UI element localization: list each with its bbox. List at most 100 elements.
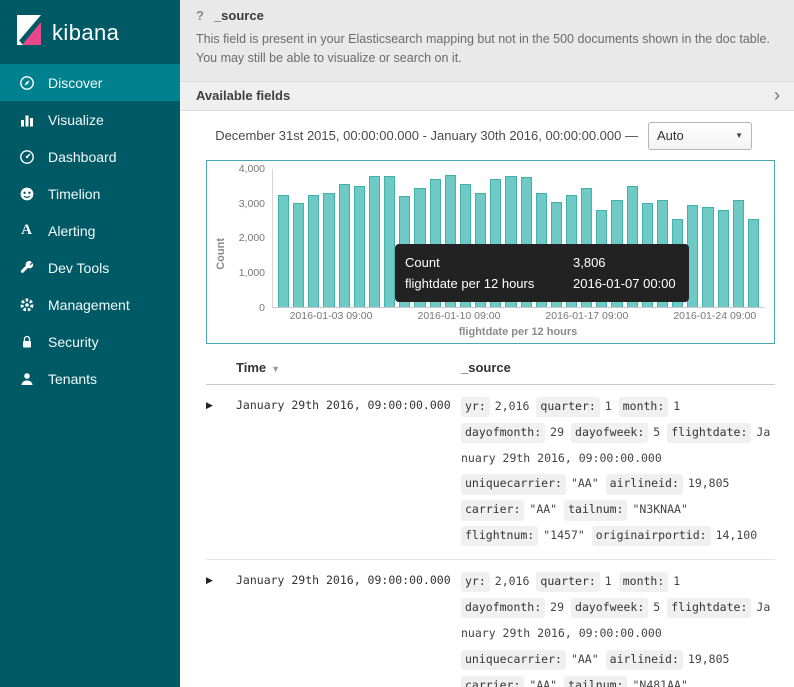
histogram-bar[interactable] bbox=[702, 206, 714, 307]
y-axis-label: Count bbox=[214, 237, 227, 270]
histogram-bar[interactable] bbox=[732, 199, 744, 307]
field-name: _source bbox=[213, 8, 264, 23]
field-name-badge: originairportid: bbox=[591, 526, 711, 547]
sidebar-item-timelion[interactable]: Timelion bbox=[0, 175, 180, 212]
field-value: "N3KNAA" bbox=[632, 502, 688, 517]
help-icon: ? bbox=[196, 8, 204, 23]
time-column-header[interactable]: Time ▼ bbox=[236, 360, 461, 375]
wrench-icon bbox=[18, 259, 35, 276]
histogram-bar[interactable] bbox=[323, 192, 335, 307]
sidebar: kibana Discover Visualize Dashboard Timelio… bbox=[0, 0, 180, 687]
row-source: yr: 2,016 quarter: 1 month: 1 dayofmonth: 29 day… bbox=[461, 394, 775, 549]
field-name-badge: month: bbox=[618, 396, 669, 417]
field-name-badge: carrier: bbox=[461, 500, 525, 521]
user-icon bbox=[18, 370, 35, 387]
field-value: 2,016 bbox=[494, 398, 530, 413]
time-range-row: December 31st 2015, 00:00:00.000 - Janua… bbox=[180, 111, 794, 150]
y-tick-label: 4,000 bbox=[238, 162, 265, 175]
field-name-badge: uniquecarrier: bbox=[461, 474, 566, 495]
field-name-badge: dayofweek: bbox=[571, 597, 649, 619]
field-value: 1 bbox=[673, 398, 681, 413]
sidebar-item-label: Discover bbox=[48, 74, 103, 91]
doc-table-row: ▶ January 29th 2016, 09:00:00.000 yr: 2,016… bbox=[206, 560, 775, 687]
doc-table: Time ▼ _source ▶ January 29th 2016, 09:00:… bbox=[206, 356, 775, 687]
available-fields-label: Available fields bbox=[196, 87, 291, 103]
row-time: January 29th 2016, 09:00:00.000 bbox=[236, 573, 451, 587]
doc-table-header: Time ▼ _source bbox=[206, 356, 775, 385]
field-value: 1 bbox=[604, 574, 612, 588]
field-value: "AA" bbox=[570, 476, 599, 491]
interval-select-value: Auto bbox=[657, 128, 684, 144]
field-value: "AA" bbox=[570, 651, 599, 666]
field-name-badge: flightnum: bbox=[461, 526, 539, 547]
histogram-bar[interactable] bbox=[308, 194, 320, 307]
sidebar-item-management[interactable]: Management bbox=[0, 286, 180, 323]
x-tick-label: 2016-01-10 09:00 bbox=[417, 309, 501, 322]
y-tick-label: 2,000 bbox=[238, 232, 265, 245]
sidebar-item-label: Dev Tools bbox=[48, 259, 110, 276]
field-name-badge: airlineid: bbox=[605, 474, 683, 495]
sidebar-nav: Discover Visualize Dashboard Timelion A Alert… bbox=[0, 64, 180, 397]
histogram-bar[interactable] bbox=[278, 194, 290, 307]
field-name-badge: quarter: bbox=[536, 572, 600, 593]
field-value: 19,805 bbox=[687, 476, 730, 491]
bar-chart-icon bbox=[18, 111, 35, 128]
field-value: 29 bbox=[550, 599, 565, 614]
available-fields-header[interactable]: Available fields › bbox=[180, 80, 794, 111]
tooltip-metric-label: Count bbox=[405, 254, 440, 270]
field-name-badge: yr: bbox=[461, 572, 490, 593]
histogram-bar[interactable] bbox=[747, 218, 759, 307]
tooltip-bucket-value: 2016-01-07 00:00 bbox=[573, 275, 676, 291]
sidebar-item-alerting[interactable]: A Alerting bbox=[0, 212, 180, 249]
kibana-discover-screen: kibana Discover Visualize Dashboard Timelio… bbox=[0, 0, 794, 687]
gear-icon bbox=[18, 296, 35, 313]
sidebar-item-dashboard[interactable]: Dashboard bbox=[0, 138, 180, 175]
caret-down-icon: ▼ bbox=[735, 131, 743, 141]
histogram-bar[interactable] bbox=[368, 176, 381, 307]
field-value: 5 bbox=[653, 424, 661, 439]
main-content: ? _source This field is present in your … bbox=[180, 0, 794, 687]
x-axis-label: flightdate per 12 hours bbox=[458, 325, 578, 338]
expand-row-icon[interactable]: ▶ bbox=[206, 575, 213, 585]
doc-table-row: ▶ January 29th 2016, 09:00:00.000 yr: 2,016… bbox=[206, 385, 775, 560]
field-name-badge: dayofmonth: bbox=[461, 597, 546, 619]
histogram-bar[interactable] bbox=[338, 184, 350, 307]
sidebar-item-security[interactable]: Security bbox=[0, 323, 180, 360]
field-name-badge: month: bbox=[618, 572, 669, 593]
y-tick-label: 0 bbox=[259, 301, 265, 314]
field-value: "1457" bbox=[543, 528, 585, 543]
expand-row-icon[interactable]: ▶ bbox=[206, 400, 213, 410]
sidebar-item-label: Management bbox=[48, 296, 130, 313]
x-axis-ticks: 2016-01-03 09:00 2016-01-10 09:00 2016-01-… bbox=[272, 308, 764, 323]
histogram-bar[interactable] bbox=[353, 186, 365, 307]
sidebar-item-label: Timelion bbox=[48, 185, 101, 202]
chevron-right-icon[interactable]: › bbox=[774, 86, 780, 104]
field-value: 19,805 bbox=[687, 651, 730, 666]
field-value: "AA" bbox=[529, 677, 558, 687]
tooltip-metric-value: 3,806 bbox=[573, 254, 606, 270]
alerting-icon: A bbox=[21, 222, 32, 238]
kibana-logo[interactable]: kibana bbox=[0, 0, 180, 64]
date-range-label: December 31st 2015, 00:00:00.000 - Janua… bbox=[215, 128, 638, 144]
histogram-bar[interactable] bbox=[384, 175, 396, 307]
sidebar-item-label: Security bbox=[48, 333, 99, 350]
sidebar-item-tenants[interactable]: Tenants bbox=[0, 360, 180, 397]
field-name-badge: tailnum: bbox=[564, 675, 628, 687]
sidebar-item-discover[interactable]: Discover bbox=[0, 64, 180, 101]
interval-select[interactable]: Auto ▼ bbox=[648, 121, 752, 150]
row-source: yr: 2,016 quarter: 1 month: 1 dayofmonth: 29 day… bbox=[461, 569, 775, 687]
field-name-badge: quarter: bbox=[536, 396, 600, 417]
histogram-bar[interactable] bbox=[293, 203, 305, 307]
field-description: This field is present in your Elasticsea… bbox=[196, 32, 770, 66]
sidebar-item-visualize[interactable]: Visualize bbox=[0, 101, 180, 138]
security-icon bbox=[18, 333, 35, 350]
chart-tooltip: Count 3,806 flightdate per 12 hours 2016… bbox=[395, 243, 689, 302]
sort-desc-icon[interactable]: ▼ bbox=[271, 364, 280, 374]
tooltip-bucket-label: flightdate per 12 hours bbox=[405, 275, 535, 291]
y-tick-label: 1,000 bbox=[238, 267, 265, 279]
field-name-badge: dayofweek: bbox=[571, 422, 649, 443]
field-value: "AA" bbox=[529, 502, 558, 517]
row-time: January 29th 2016, 09:00:00.000 bbox=[236, 397, 451, 412]
histogram-bar[interactable] bbox=[717, 210, 729, 307]
sidebar-item-dev-tools[interactable]: Dev Tools bbox=[0, 249, 180, 286]
